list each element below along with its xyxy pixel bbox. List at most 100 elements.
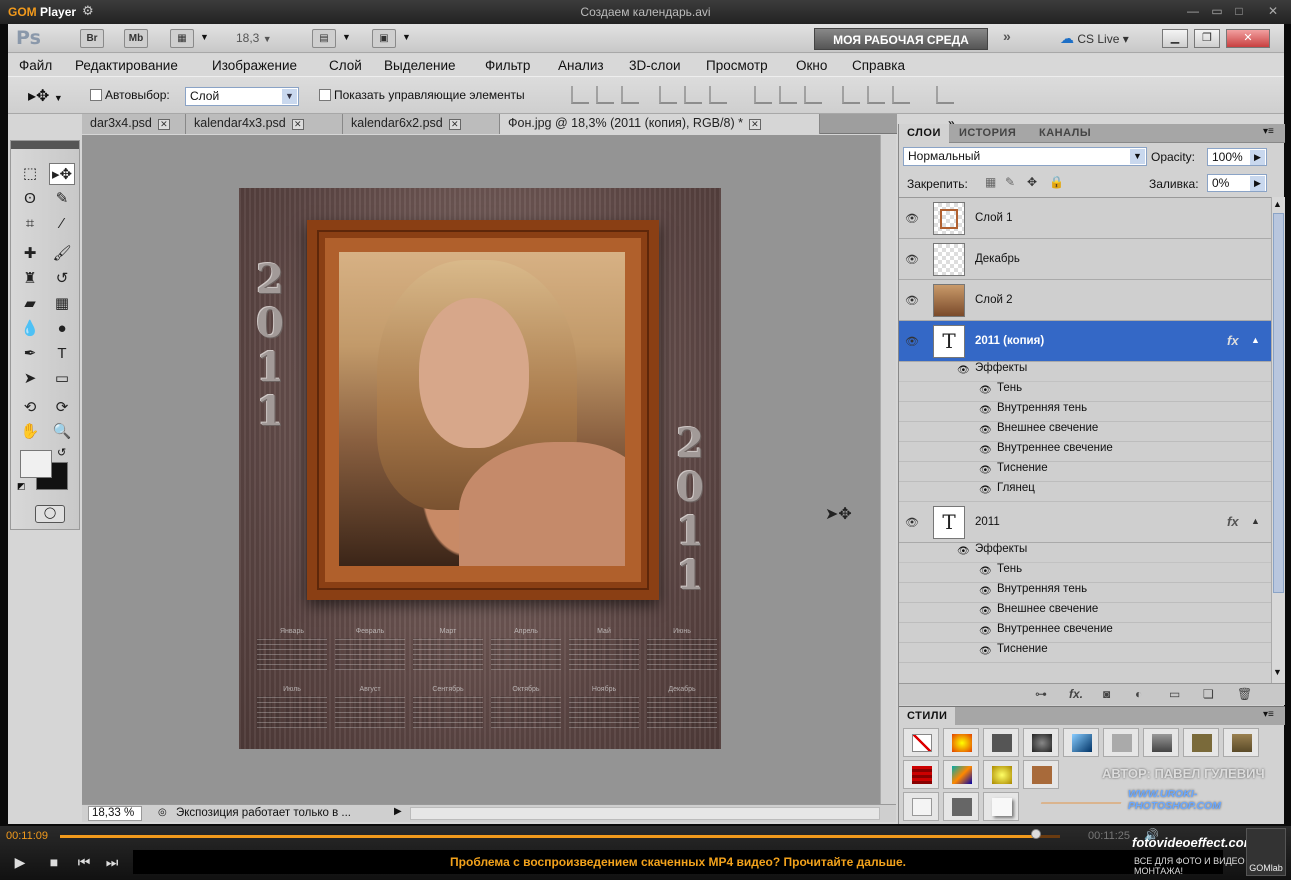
dodge-tool-icon[interactable]: ● [49,318,75,340]
effect-row[interactable]: 👁 Внутренняя тень [899,402,1271,422]
next-icon[interactable]: ⏭ [102,854,122,872]
autoselect-target-select[interactable]: Слой ▼ [185,87,299,106]
clone-stamp-tool-icon[interactable]: ♜ [17,268,43,290]
adjustment-layer-icon[interactable]: ◐ [1135,687,1142,701]
add-mask-icon[interactable]: ◙ [1103,687,1110,701]
menu-help[interactable]: Справка [852,58,905,73]
blur-tool-icon[interactable]: 💧 [17,318,43,340]
effect-row[interactable]: 👁 Тень [899,563,1271,583]
gradient-tool-icon[interactable]: ▦ [49,293,75,315]
chevron-down-icon[interactable]: ▼ [342,32,351,42]
history-brush-tool-icon[interactable]: ↺ [49,268,75,290]
gomlab-button[interactable]: GOMlab [1246,828,1286,876]
eyedropper-tool-icon[interactable]: ⁄ [49,213,75,235]
zoom-tool-icon[interactable]: 🔍 [49,421,75,443]
distribute-top-icon[interactable] [754,86,772,104]
news-ticker[interactable]: Проблема с воспроизведением скаченных MP… [133,850,1223,874]
zoom-combo[interactable]: 18,3 ▼ [236,31,272,45]
align-bottom-edges-icon[interactable] [621,86,639,104]
style-swatch[interactable] [1183,728,1219,757]
pen-tool-icon[interactable]: ✒ [17,343,43,365]
distribute-bottom-icon[interactable] [804,86,822,104]
canvas-horizontal-scrollbar[interactable] [410,807,880,820]
panel-menu-icon[interactable]: ▾≡ [1263,709,1274,720]
fx-icon[interactable]: fx [1227,333,1239,348]
workspace-button[interactable]: МОЯ РАБОЧАЯ СРЕДА [814,28,988,50]
eye-icon[interactable]: 👁 [979,485,992,496]
link-layers-icon[interactable]: ⊶ [1035,687,1047,701]
eye-icon[interactable]: 👁 [979,445,992,456]
menu-image[interactable]: Изображение [212,58,297,73]
align-right-edges-icon[interactable] [709,86,727,104]
cs-live-menu[interactable]: ☁ CS Live ▾ [1060,30,1129,47]
tab-channels[interactable]: КАНАЛЫ [1031,124,1099,143]
previous-icon[interactable]: ⏮ [74,854,94,872]
show-transform-controls-checkbox[interactable]: Показать управляющие элементы [319,88,525,102]
menu-analysis[interactable]: Анализ [558,58,604,73]
arrange-documents-icon[interactable]: ▤ [312,29,336,48]
status-menu-arrow-icon[interactable]: ▶ [394,806,402,817]
menu-window[interactable]: Окно [796,58,827,73]
layer-row[interactable]: 👁 Слой 2 [899,280,1271,321]
toolbox-header[interactable] [11,141,79,149]
eraser-tool-icon[interactable]: ▰ [17,293,43,315]
mini-bridge-button[interactable]: Mb [124,29,148,48]
healing-brush-tool-icon[interactable]: ✚ [17,243,43,265]
close-icon[interactable]: ✕ [1264,4,1282,18]
fx-icon[interactable]: fx [1227,514,1239,529]
brush-tool-icon[interactable]: 🖌 [49,243,75,265]
lock-transparency-icon[interactable]: ▦ [985,175,996,189]
chevron-down-icon[interactable]: ▼ [200,32,209,42]
lock-all-icon[interactable]: 🔒 [1049,175,1064,189]
eye-icon[interactable]: 👁 [979,606,992,617]
zoom-field[interactable]: 18,33 % [88,806,142,821]
distribute-center-icon[interactable] [779,86,797,104]
move-tool-icon[interactable]: ▸✥ [49,163,75,185]
chevron-down-icon[interactable]: ▼ [402,32,411,42]
3d-rotate-tool-icon[interactable]: ⟲ [17,397,43,419]
effect-row[interactable]: 👁 Внешнее свечение [899,603,1271,623]
scroll-thumb[interactable] [1273,213,1284,593]
hand-tool-icon[interactable]: ✋ [17,421,43,443]
marquee-tool-icon[interactable]: ⬚ [17,163,43,185]
style-swatch[interactable] [943,792,979,821]
play-icon[interactable]: ▶ [10,854,30,872]
style-swatch[interactable] [1223,728,1259,757]
type-tool-icon[interactable]: T [49,343,75,365]
align-left-edges-icon[interactable] [659,86,677,104]
style-swatch[interactable] [943,728,979,757]
default-colors-icon[interactable]: ◩ [17,481,26,492]
seek-handle[interactable] [1031,829,1041,839]
auto-align-layers-icon[interactable] [936,86,954,104]
swap-colors-icon[interactable]: ↺ [57,446,66,459]
eye-icon[interactable]: 👁 [905,294,919,307]
app-minimize-button[interactable]: ▁ [1162,29,1188,48]
double-chevron-icon[interactable]: » [1003,28,1011,44]
eye-icon[interactable]: 👁 [957,546,970,557]
fx-icon[interactable]: fx. [1069,687,1083,701]
fill-field[interactable]: 0% ▶ [1207,174,1267,192]
app-restore-button[interactable]: ❐ [1194,29,1220,48]
tab-layers[interactable]: СЛОИ [899,124,949,143]
eye-icon[interactable]: 👁 [905,253,919,266]
collapse-icon[interactable]: ▲ [1251,335,1260,345]
menu-file[interactable]: Файл [19,58,52,73]
chevron-right-icon[interactable]: ▶ [1250,176,1265,191]
eye-icon[interactable]: 👁 [905,516,919,529]
layer-row[interactable]: 👁 Слой 1 [899,198,1271,239]
layer-row-selected[interactable]: 👁 T 2011 (копия) fx ▲ [899,321,1271,362]
foreground-color-swatch[interactable] [20,450,52,478]
effect-row[interactable]: 👁 Глянец [899,482,1271,502]
style-swatch[interactable] [983,728,1019,757]
fullscreen-icon[interactable]: ▭ [1208,4,1226,18]
close-icon[interactable]: ✕ [157,119,170,130]
lock-pixels-icon[interactable]: ✎ [1005,175,1015,189]
stop-icon[interactable]: ■ [44,854,64,872]
effect-row[interactable]: 👁 Тиснение [899,462,1271,482]
layer-row[interactable]: 👁 T 2011 fx ▲ [899,502,1271,543]
eye-icon[interactable]: 👁 [979,566,992,577]
3d-orbit-tool-icon[interactable]: ⟳ [49,397,75,419]
layer-row[interactable]: 👁 Декабрь [899,239,1271,280]
maximize-icon[interactable]: □ [1230,4,1248,18]
align-vertical-centers-icon[interactable] [596,86,614,104]
